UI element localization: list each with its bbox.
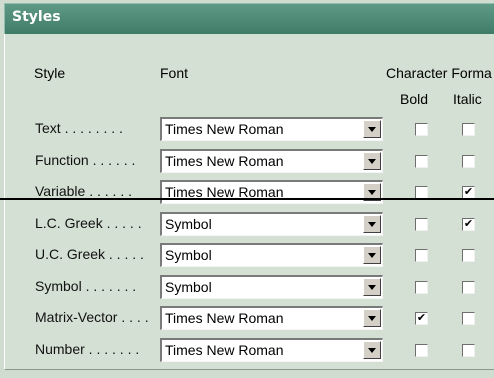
font-select-value: Times New Roman — [165, 310, 284, 326]
chevron-down-icon — [368, 285, 376, 290]
chevron-down-icon — [368, 348, 376, 353]
dropdown-button[interactable] — [363, 246, 381, 264]
bold-checkbox[interactable] — [415, 249, 428, 262]
font-select-value: Times New Roman — [165, 342, 284, 358]
chevron-down-icon — [368, 127, 376, 132]
bold-checkbox[interactable] — [415, 155, 428, 168]
chevron-down-icon — [368, 253, 376, 258]
font-select-value: Symbol — [165, 247, 212, 263]
divider-line — [0, 198, 494, 200]
font-select[interactable]: Times New Roman — [160, 338, 383, 362]
font-select[interactable]: Symbol — [160, 212, 383, 236]
title-bar: Styles — [4, 3, 494, 34]
font-select[interactable]: Times New Roman — [160, 117, 383, 141]
font-select[interactable]: Times New Roman — [160, 180, 383, 204]
style-row-label: Text . . . . . . . . — [35, 120, 123, 136]
window-title: Styles — [12, 9, 61, 25]
italic-checkbox[interactable]: ✔ — [462, 218, 475, 231]
font-select-value: Symbol — [165, 216, 212, 232]
italic-column-header: Italic — [453, 91, 482, 107]
style-row-label: U.C. Greek . . . . . — [35, 246, 144, 262]
bold-checkbox[interactable] — [415, 344, 428, 357]
italic-checkbox[interactable] — [462, 249, 475, 262]
font-select[interactable]: Symbol — [160, 275, 383, 299]
font-select[interactable]: Symbol — [160, 243, 383, 267]
italic-checkbox[interactable] — [462, 344, 475, 357]
style-row-label: Function . . . . . . — [35, 152, 136, 168]
font-column-header: Font — [160, 65, 189, 81]
bold-checkbox[interactable]: ✔ — [415, 312, 428, 325]
dropdown-button[interactable] — [363, 278, 381, 296]
styles-dialog: Styles Style Font Character Forma Bold I… — [0, 0, 494, 378]
styles-panel: Style Font Character Forma Bold Italic T… — [4, 34, 494, 370]
bold-checkbox[interactable] — [415, 123, 428, 136]
bold-checkbox[interactable] — [415, 218, 428, 231]
italic-checkbox[interactable] — [462, 123, 475, 136]
style-row-label: Variable . . . . . . — [35, 183, 133, 199]
dropdown-button[interactable] — [363, 309, 381, 327]
character-format-header: Character Forma — [386, 65, 492, 81]
chevron-down-icon — [368, 159, 376, 164]
font-select-value: Times New Roman — [165, 153, 284, 169]
dropdown-button[interactable] — [363, 152, 381, 170]
bold-column-header: Bold — [400, 91, 429, 107]
style-column-header: Style — [34, 65, 66, 81]
italic-checkbox[interactable] — [462, 312, 475, 325]
font-select[interactable]: Times New Roman — [160, 149, 383, 173]
font-select-value: Symbol — [165, 279, 212, 295]
font-select-value: Times New Roman — [165, 121, 284, 137]
dropdown-button[interactable] — [363, 341, 381, 359]
style-row-label: Number . . . . . . . — [35, 341, 140, 357]
italic-checkbox[interactable] — [462, 281, 475, 294]
style-row-label: L.C. Greek . . . . . — [35, 215, 142, 231]
style-row-label: Symbol . . . . . . . — [35, 278, 137, 294]
chevron-down-icon — [368, 190, 376, 195]
dropdown-button[interactable] — [363, 215, 381, 233]
chevron-down-icon — [368, 222, 376, 227]
dropdown-button[interactable] — [363, 120, 381, 138]
font-select[interactable]: Times New Roman — [160, 306, 383, 330]
style-row-label: Matrix-Vector . . . . — [35, 309, 149, 325]
bold-checkbox[interactable] — [415, 281, 428, 294]
chevron-down-icon — [368, 316, 376, 321]
italic-checkbox[interactable] — [462, 155, 475, 168]
